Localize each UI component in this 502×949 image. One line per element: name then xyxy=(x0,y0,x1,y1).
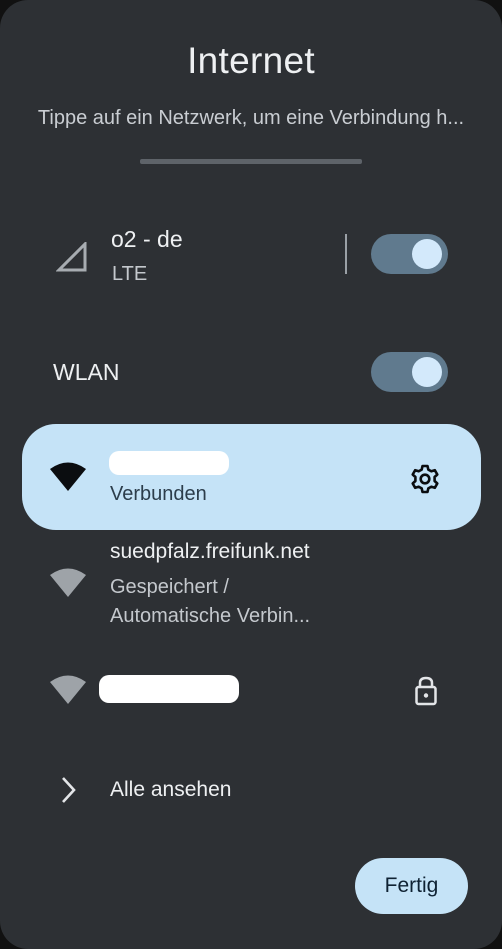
saved-network-item[interactable]: suedpfalz.freifunk.net Gespeichert / Aut… xyxy=(0,535,502,635)
panel-subtitle: Tippe auf ein Netzwerk, um eine Verbindu… xyxy=(37,107,465,129)
wlan-row[interactable]: WLAN xyxy=(0,350,502,394)
mobile-network-row[interactable]: o2 - de LTE xyxy=(0,222,502,302)
chevron-right-icon xyxy=(60,776,76,804)
lock-icon xyxy=(414,675,438,707)
network-status-line1: Gespeichert / xyxy=(110,576,229,598)
internet-panel: Internet Tippe auf ein Netzwerk, um eine… xyxy=(0,0,502,949)
gear-icon[interactable] xyxy=(410,464,440,494)
see-all-row[interactable]: Alle ansehen xyxy=(0,770,502,810)
connected-network-item[interactable]: Verbunden xyxy=(22,424,481,530)
mobile-divider xyxy=(345,234,347,274)
network-name: suedpfalz.freifunk.net xyxy=(110,540,310,563)
wifi-icon xyxy=(50,675,86,705)
wifi-icon xyxy=(50,568,86,598)
mobile-network-type: LTE xyxy=(112,263,148,285)
divider xyxy=(140,159,362,164)
redacted-network-name xyxy=(99,675,239,703)
mobile-network-name: o2 - de xyxy=(111,226,183,252)
panel-title: Internet xyxy=(187,40,315,81)
redacted-network-name xyxy=(109,451,229,475)
mobile-data-toggle[interactable] xyxy=(371,234,448,274)
locked-network-item[interactable] xyxy=(0,665,502,715)
network-status-line2: Automatische Verbin... xyxy=(110,605,311,627)
wlan-label: WLAN xyxy=(53,359,120,385)
wifi-icon xyxy=(50,462,86,492)
network-status: Verbunden xyxy=(110,483,207,505)
toggle-knob xyxy=(412,357,442,387)
toggle-knob xyxy=(412,239,442,269)
signal-icon xyxy=(56,242,88,272)
see-all-label: Alle ansehen xyxy=(110,778,232,801)
wlan-toggle[interactable] xyxy=(371,352,448,392)
done-button[interactable]: Fertig xyxy=(355,858,468,914)
